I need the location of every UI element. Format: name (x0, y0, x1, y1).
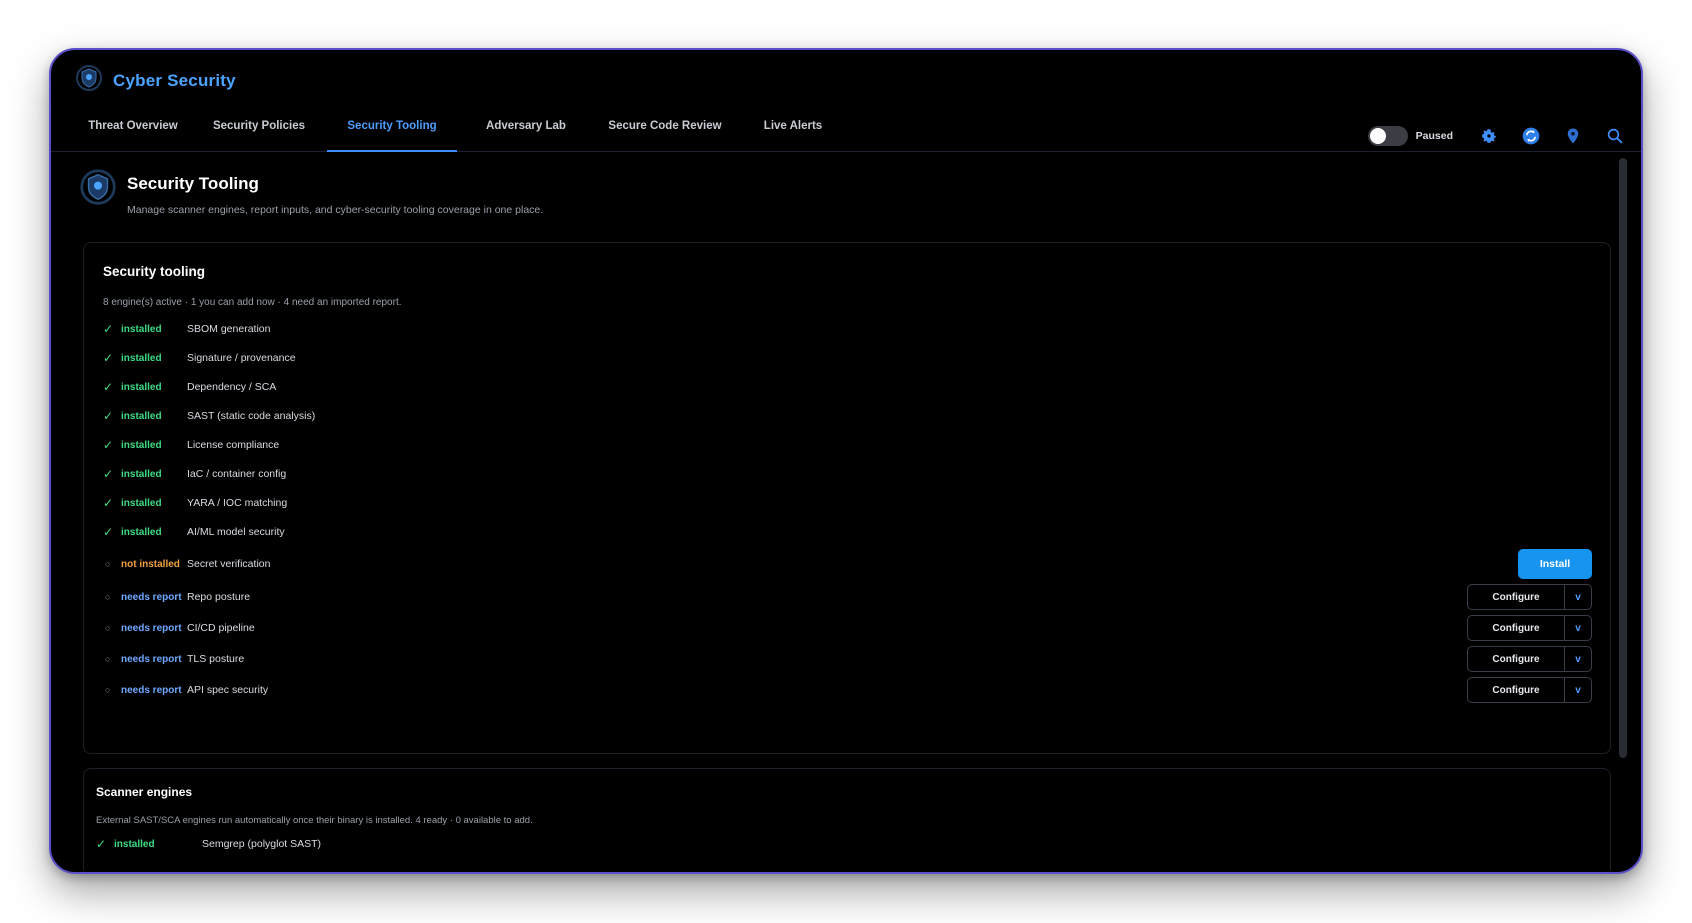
chevron-down-icon[interactable]: v (1565, 647, 1591, 671)
configure-button[interactable]: Configure (1468, 678, 1565, 702)
card-title: Security tooling (103, 264, 206, 279)
tab-secure-code-review[interactable]: Secure Code Review (603, 114, 727, 152)
card-summary: 8 engine(s) active · 1 you can add now ·… (103, 297, 402, 308)
configure-button[interactable]: Configure (1468, 616, 1565, 640)
check-icon: ✓ (103, 438, 114, 452)
check-icon: ✓ (103, 496, 114, 510)
status-badge: not installed (121, 558, 180, 570)
status-badge: installed (121, 323, 162, 335)
configure-button[interactable]: Configure (1468, 647, 1565, 671)
configure-button[interactable]: Configure (1468, 585, 1565, 609)
tool-name: AI/ML model security (187, 526, 285, 538)
tab-adversary-lab[interactable]: Adversary Lab (481, 114, 571, 152)
tool-name: Dependency / SCA (187, 381, 277, 393)
chevron-down-icon[interactable]: v (1565, 616, 1591, 640)
check-icon: ✓ (103, 322, 114, 336)
tool-row: ✓ installed SBOM generation (103, 319, 1593, 339)
tab-security-tooling[interactable]: Security Tooling (327, 114, 457, 152)
tool-name: CI/CD pipeline (187, 622, 255, 634)
tool-row: ✓ installed IaC / container config (103, 464, 1593, 484)
configure-split-button: Configure v (1467, 584, 1592, 610)
sync-icon[interactable] (1519, 124, 1543, 148)
install-button[interactable]: Install (1518, 549, 1592, 579)
status-badge: installed (121, 381, 162, 393)
tab-live-alerts[interactable]: Live Alerts (757, 114, 829, 152)
tool-name: Signature / provenance (187, 352, 296, 364)
configure-split-button: Configure v (1467, 646, 1592, 672)
circle-icon: ○ (105, 592, 111, 602)
toggle-label: Paused (1415, 130, 1453, 142)
status-badge: installed (121, 497, 162, 509)
chevron-down-icon[interactable]: v (1565, 585, 1591, 609)
check-icon: ✓ (96, 837, 107, 851)
shield-emblem-icon (79, 168, 117, 211)
check-icon: ✓ (103, 380, 114, 394)
main-content: Security Tooling Manage scanner engines,… (65, 154, 1631, 870)
status-badge: installed (121, 352, 162, 364)
page-title: Security Tooling (127, 174, 259, 193)
tool-name: TLS posture (187, 653, 245, 665)
tool-row: ○ needs report TLS posture (103, 649, 1593, 669)
tab-security-policies[interactable]: Security Policies (207, 114, 311, 152)
check-icon: ✓ (103, 409, 114, 423)
chevron-down-icon[interactable]: v (1565, 678, 1591, 702)
check-icon: ✓ (103, 351, 114, 365)
header-tools: Paused (1367, 124, 1627, 148)
tool-name: YARA / IOC matching (187, 497, 288, 509)
circle-icon: ○ (105, 685, 111, 695)
tool-row: ✓ installed SAST (static code analysis) (103, 406, 1593, 426)
card-summary: External SAST/SCA engines run automatica… (96, 815, 533, 826)
tool-row: ✓ installed AI/ML model security (103, 522, 1593, 542)
scrollbar[interactable] (1619, 158, 1627, 758)
engine-name: Semgrep (polyglot SAST) (202, 838, 322, 850)
card-title: Scanner engines (96, 785, 193, 799)
status-badge: installed (121, 439, 162, 451)
security-tooling-card: Security tooling 8 engine(s) active · 1 … (83, 242, 1611, 754)
configure-split-button: Configure v (1467, 677, 1592, 703)
status-badge: installed (121, 526, 162, 538)
app-title: Cyber Security (113, 70, 236, 90)
tool-name: IaC / container config (187, 468, 287, 480)
status-badge: needs report (121, 684, 182, 696)
tool-row: ○ needs report CI/CD pipeline (103, 618, 1593, 638)
settings-gear-icon[interactable] (1477, 124, 1501, 148)
app-window: Cyber Security Threat Overview Security … (49, 48, 1643, 874)
tool-row: ○ needs report Repo posture (103, 587, 1593, 607)
toggle-knob (1369, 128, 1386, 144)
shield-emblem-icon (75, 64, 103, 97)
tool-row: ✓ installed Dependency / SCA (103, 377, 1593, 397)
status-badge: installed (121, 410, 162, 422)
page-description: Manage scanner engines, report inputs, a… (127, 204, 544, 216)
tab-threat-overview[interactable]: Threat Overview (85, 114, 181, 152)
status-badge: installed (114, 838, 155, 850)
tool-name: SAST (static code analysis) (187, 410, 316, 422)
configure-split-button: Configure v (1467, 615, 1592, 641)
circle-icon: ○ (105, 559, 111, 569)
status-badge: needs report (121, 653, 182, 665)
tool-name: Repo posture (187, 591, 251, 603)
pause-toggle[interactable] (1367, 126, 1408, 146)
circle-icon: ○ (105, 623, 111, 633)
tool-row: ○ not installed Secret verification (103, 554, 1593, 574)
scanner-engines-card: Scanner engines External SAST/SCA engine… (83, 768, 1611, 870)
tool-name: SBOM generation (187, 323, 271, 335)
circle-icon: ○ (105, 654, 111, 664)
check-icon: ✓ (103, 525, 114, 539)
tool-row: ✓ installed Signature / provenance (103, 348, 1593, 368)
tool-row: ✓ installed License compliance (103, 435, 1593, 455)
map-pin-icon[interactable] (1561, 124, 1585, 148)
brand: Cyber Security (75, 64, 236, 97)
tool-name: API spec security (187, 684, 269, 696)
engine-row: ✓ installed Semgrep (polyglot SAST) (96, 837, 321, 851)
status-badge: needs report (121, 591, 182, 603)
tool-name: License compliance (187, 439, 280, 451)
status-badge: installed (121, 468, 162, 480)
status-badge: needs report (121, 622, 182, 634)
tool-name: Secret verification (187, 558, 271, 570)
search-icon[interactable] (1603, 124, 1627, 148)
page-header (79, 168, 117, 211)
tool-row: ✓ installed YARA / IOC matching (103, 493, 1593, 513)
tool-row: ○ needs report API spec security (103, 680, 1593, 700)
check-icon: ✓ (103, 467, 114, 481)
